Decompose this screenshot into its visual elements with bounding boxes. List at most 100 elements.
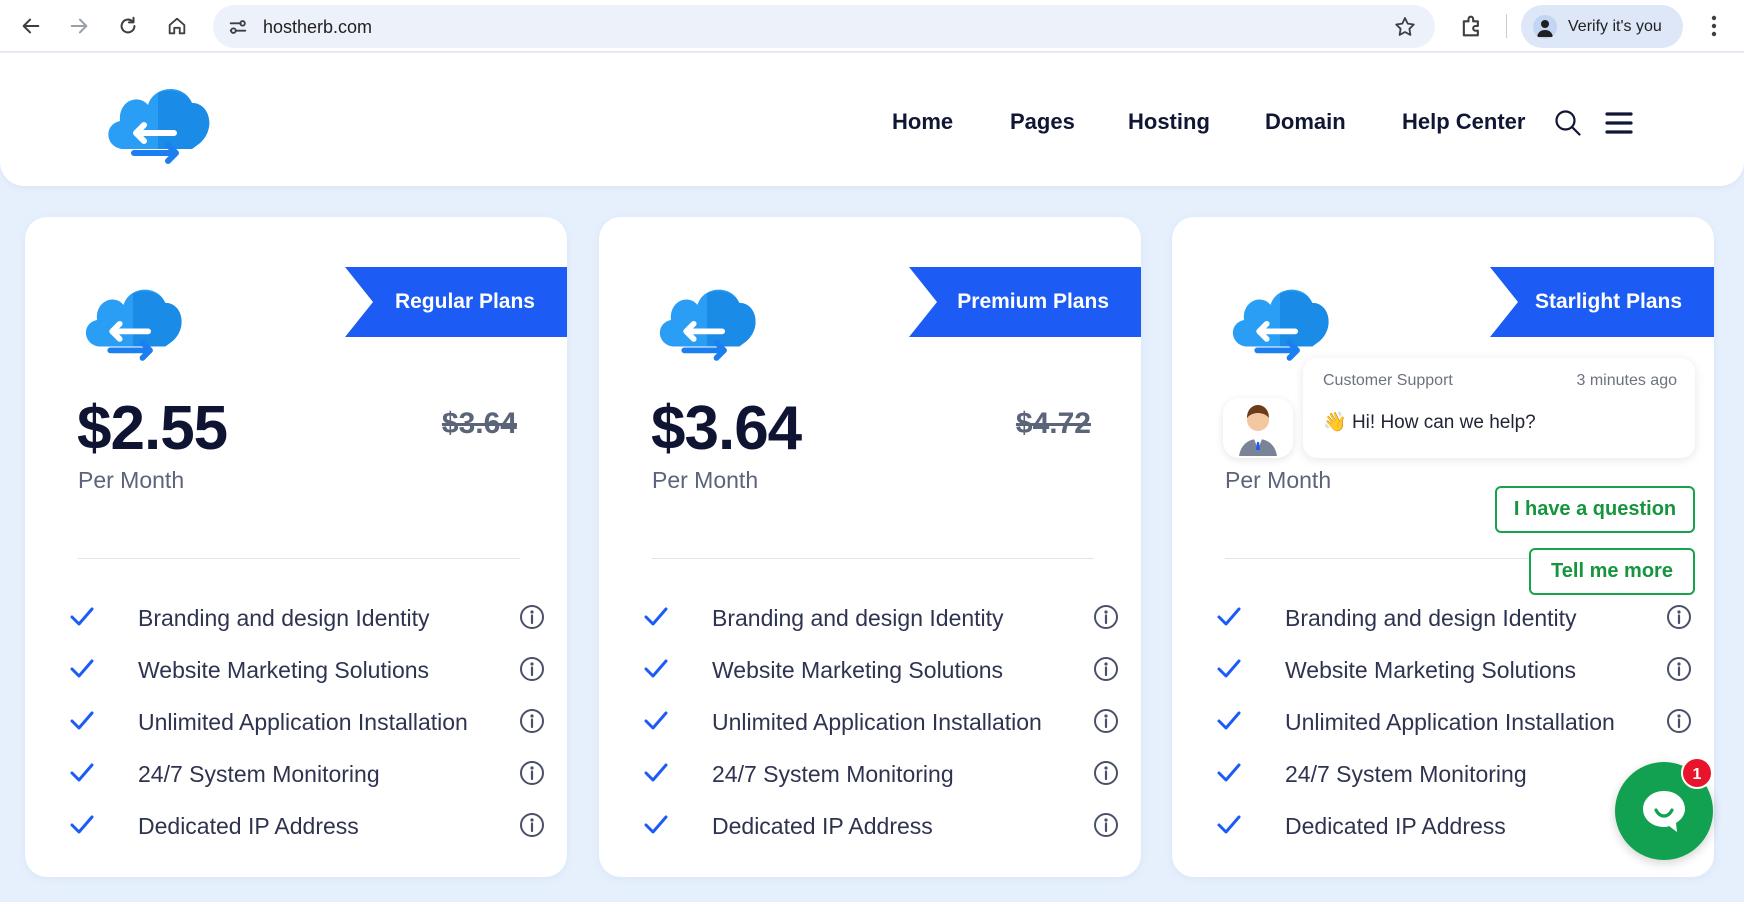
- feature-label: Unlimited Application Installation: [1285, 709, 1615, 735]
- check-icon: [1217, 815, 1241, 834]
- check-icon: [1217, 763, 1241, 782]
- back-icon[interactable]: [16, 11, 46, 41]
- info-icon[interactable]: [519, 604, 545, 630]
- check-icon: [70, 763, 94, 782]
- feature-item: Dedicated IP Address: [70, 810, 544, 840]
- search-icon[interactable]: [1553, 108, 1583, 138]
- check-icon: [1217, 711, 1241, 730]
- plan-old-price: $3.64: [441, 407, 517, 440]
- check-icon: [644, 815, 668, 834]
- nav-pages[interactable]: Pages: [1010, 109, 1075, 135]
- nav-hosting[interactable]: Hosting: [1128, 109, 1210, 135]
- url-text[interactable]: hostherb.com: [263, 17, 372, 38]
- check-icon: [644, 659, 668, 678]
- info-icon[interactable]: [1093, 812, 1119, 838]
- plan-price: $3.64: [651, 394, 802, 463]
- info-icon[interactable]: [1093, 708, 1119, 734]
- feature-item: Website Marketing Solutions: [1217, 654, 1691, 684]
- feature-label: Branding and design Identity: [712, 605, 1004, 631]
- check-icon: [644, 607, 668, 626]
- profile-verify-chip[interactable]: Verify it's you: [1521, 5, 1683, 48]
- chat-timestamp: 3 minutes ago: [1576, 372, 1677, 389]
- nav-help-center[interactable]: Help Center: [1402, 109, 1525, 135]
- plan-ribbon-label: Starlight Plans: [1534, 290, 1682, 313]
- plan-price: $2.55: [77, 394, 228, 463]
- card-divider: [652, 558, 1094, 559]
- info-icon[interactable]: [1093, 604, 1119, 630]
- feature-item: Branding and design Identity: [644, 602, 1118, 632]
- plan-card-premium: Premium Plans $3.64 $4.72 Per Month Bran…: [599, 217, 1141, 877]
- chat-bubble-icon: [1643, 791, 1685, 832]
- feature-label: Unlimited Application Installation: [138, 709, 468, 735]
- check-icon: [644, 711, 668, 730]
- hamburger-menu-icon[interactable]: [1604, 108, 1634, 138]
- cloud-logo-icon: [1232, 289, 1329, 361]
- chat-option-tell-more-button[interactable]: Tell me more: [1529, 548, 1695, 595]
- feature-item: Dedicated IP Address: [644, 810, 1118, 840]
- feature-label: Branding and design Identity: [138, 605, 430, 631]
- check-icon: [70, 815, 94, 834]
- reload-icon[interactable]: [113, 11, 143, 41]
- bookmark-star-icon[interactable]: [1393, 15, 1417, 39]
- wave-emoji-icon: 👋: [1323, 412, 1347, 433]
- feature-item: 24/7 System Monitoring: [1217, 758, 1687, 788]
- toolbar-separator: [1506, 14, 1507, 38]
- feature-label: Website Marketing Solutions: [1285, 657, 1577, 683]
- info-icon[interactable]: [1093, 656, 1119, 682]
- plan-period: Per Month: [652, 467, 759, 493]
- chat-sender: Customer Support: [1323, 372, 1453, 389]
- nav-home[interactable]: Home: [892, 109, 953, 135]
- plan-ribbon-label: Regular Plans: [394, 290, 535, 313]
- nav-domain[interactable]: Domain: [1265, 109, 1346, 135]
- check-icon: [1217, 659, 1241, 678]
- check-icon: [70, 607, 94, 626]
- feature-item: 24/7 System Monitoring: [644, 758, 1118, 788]
- info-icon[interactable]: [1666, 604, 1692, 630]
- extensions-icon[interactable]: [1458, 12, 1486, 40]
- site-header: Home Pages Hosting Domain Help Center: [0, 53, 1744, 186]
- address-bar[interactable]: hostherb.com: [213, 5, 1435, 48]
- menu-kebab-icon[interactable]: [1702, 12, 1726, 40]
- site-settings-icon[interactable]: [227, 16, 249, 38]
- feature-label: Branding and design Identity: [1285, 605, 1577, 631]
- main-nav: Home Pages Hosting Domain Help Center: [0, 109, 1744, 139]
- feature-item: 24/7 System Monitoring: [70, 758, 544, 788]
- plan-old-price: $4.72: [1015, 407, 1091, 440]
- check-icon: [644, 763, 668, 782]
- info-icon[interactable]: [519, 656, 545, 682]
- feature-label: Dedicated IP Address: [712, 813, 933, 839]
- home-icon[interactable]: [162, 11, 192, 41]
- feature-item: Branding and design Identity: [1217, 602, 1691, 632]
- feature-label: Unlimited Application Installation: [712, 709, 1042, 735]
- forward-icon[interactable]: [64, 11, 94, 41]
- info-icon[interactable]: [519, 812, 545, 838]
- chat-message-text: Hi! How can we help?: [1351, 412, 1536, 433]
- card-divider: [78, 558, 520, 559]
- check-icon: [70, 659, 94, 678]
- info-icon[interactable]: [519, 708, 545, 734]
- feature-label: Dedicated IP Address: [138, 813, 359, 839]
- plan-period: Per Month: [1225, 467, 1332, 493]
- plan-period: Per Month: [78, 467, 185, 493]
- browser-toolbar: hostherb.com Verify it's you: [0, 0, 1744, 52]
- support-agent-avatar: [1223, 398, 1293, 458]
- plan-card-regular: Regular Plans $2.55 $3.64 Per Month Bran…: [25, 217, 567, 877]
- feature-item: Unlimited Application Installation: [1217, 706, 1691, 736]
- info-icon[interactable]: [1093, 760, 1119, 786]
- cloud-logo-icon: [659, 289, 756, 361]
- feature-label: 24/7 System Monitoring: [1285, 761, 1527, 787]
- info-icon[interactable]: [1666, 708, 1692, 734]
- feature-item: Branding and design Identity: [70, 602, 544, 632]
- chat-option-question-button[interactable]: I have a question: [1495, 486, 1695, 533]
- profile-avatar: [1533, 15, 1557, 39]
- feature-item: Unlimited Application Installation: [70, 706, 544, 736]
- info-icon[interactable]: [519, 760, 545, 786]
- feature-label: Website Marketing Solutions: [138, 657, 430, 683]
- check-icon: [70, 711, 94, 730]
- chat-message-bubble[interactable]: Customer Support 3 minutes ago 👋 Hi! How…: [1303, 358, 1695, 458]
- feature-label: 24/7 System Monitoring: [138, 761, 380, 787]
- info-icon[interactable]: [1666, 656, 1692, 682]
- chat-message: 👋 Hi! How can we help?: [1323, 410, 1536, 434]
- verify-label: Verify it's you: [1568, 18, 1662, 35]
- feature-label: Website Marketing Solutions: [712, 657, 1004, 683]
